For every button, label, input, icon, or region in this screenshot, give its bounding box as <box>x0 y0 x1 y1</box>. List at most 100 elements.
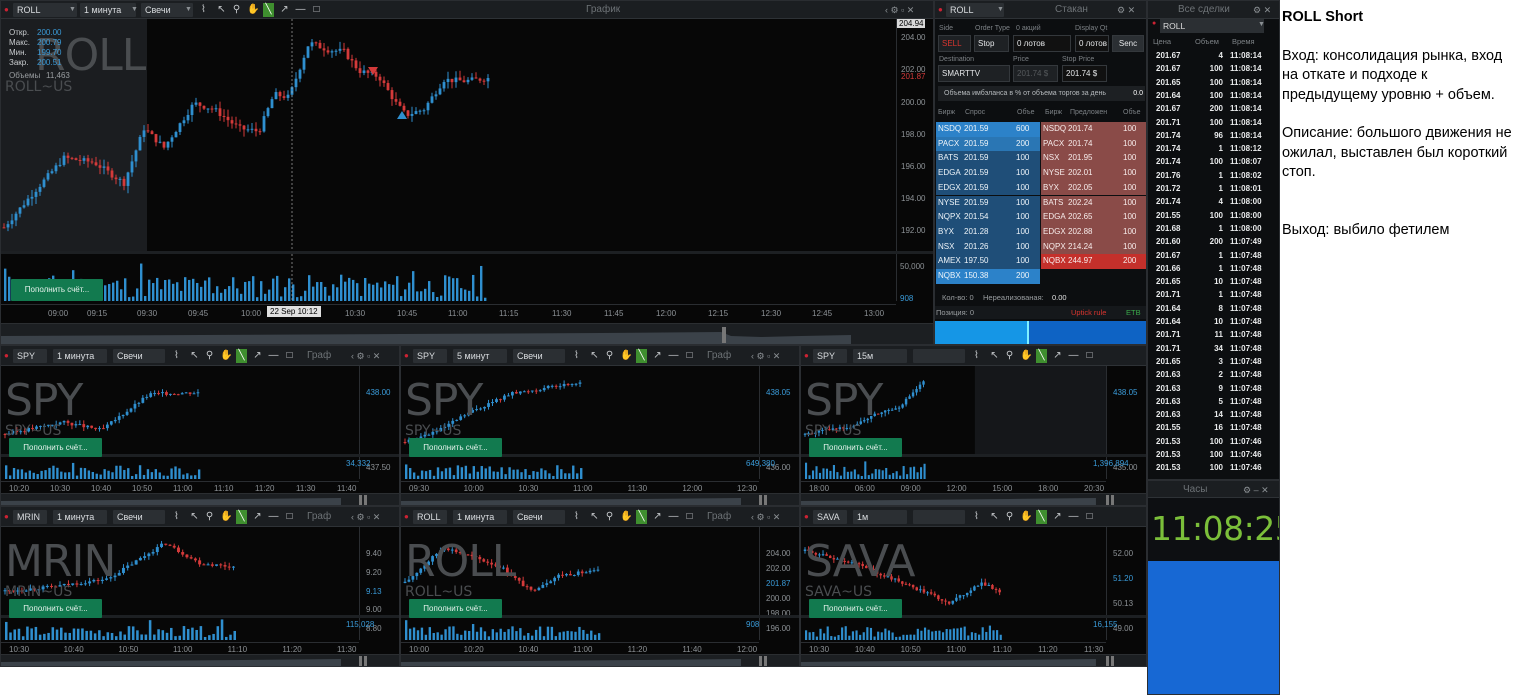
trade-row[interactable]: 201.76 1 11:08:02 <box>1148 169 1279 182</box>
arrow-icon[interactable]: ↗ <box>652 507 663 525</box>
symbol-select[interactable]: SAVA <box>813 510 847 524</box>
interval-select[interactable]: 1 минута <box>53 349 107 363</box>
ask-row[interactable]: NSDQ 201.74 100 <box>1041 122 1146 137</box>
trade-row[interactable]: 201.67 4 11:08:14 <box>1148 49 1279 62</box>
deposit-button[interactable]: Пополнить счёт... <box>409 438 502 457</box>
ts-symbol-select[interactable]: ROLL <box>1160 19 1264 33</box>
interval-select[interactable]: 1 минута <box>453 510 507 524</box>
order-symbol-select[interactable]: ROLL <box>946 3 1004 17</box>
destination-select[interactable]: SMARTTV <box>938 65 1010 82</box>
rectangle-icon[interactable]: □ <box>311 1 322 19</box>
chart-type-select[interactable]: Свечи <box>113 510 165 524</box>
navigator-scrollbar[interactable] <box>1 493 399 505</box>
chart-type-select[interactable] <box>913 349 965 363</box>
rectangle-icon[interactable]: □ <box>284 507 295 525</box>
cursor-icon[interactable]: ↖ <box>989 507 1000 525</box>
trendline-icon[interactable]: ╲ <box>636 349 647 363</box>
price-plot[interactable]: ROLL ROLL~US Откр. 200.00 Макс. 200.79 Мин… <box>1 19 896 251</box>
hline-icon[interactable]: — <box>268 507 279 525</box>
hline-icon[interactable]: — <box>668 507 679 525</box>
zoom-icon[interactable]: ⚲ <box>231 1 242 19</box>
hline-icon[interactable]: — <box>268 346 279 364</box>
rectangle-icon[interactable]: □ <box>1084 507 1095 525</box>
ask-row[interactable]: NYSE 202.01 100 <box>1041 166 1146 181</box>
navigator-scrollbar[interactable] <box>801 493 1146 505</box>
trade-row[interactable]: 201.74 1 11:08:12 <box>1148 142 1279 155</box>
deposit-button[interactable]: Пополнить счёт... <box>809 599 902 618</box>
symbol-select[interactable]: SPY <box>813 349 847 363</box>
trendline-icon[interactable]: ╲ <box>1036 510 1047 524</box>
trade-row[interactable]: 201.65 100 11:08:14 <box>1148 76 1279 89</box>
trendline-icon[interactable]: ╲ <box>1036 349 1047 363</box>
trade-row[interactable]: 201.53 100 11:07:46 <box>1148 461 1279 474</box>
zoom-icon[interactable]: ⚲ <box>1004 346 1015 364</box>
deposit-button[interactable]: Пополнить счёт... <box>9 438 102 457</box>
zoom-icon[interactable]: ⚲ <box>604 507 615 525</box>
bid-row[interactable]: EDGA 201.59 100 <box>936 166 1040 181</box>
rectangle-icon[interactable]: □ <box>284 346 295 364</box>
trade-row[interactable]: 201.63 5 11:07:48 <box>1148 395 1279 408</box>
ask-row[interactable]: BYX 202.05 100 <box>1041 180 1146 196</box>
arrow-icon[interactable]: ↗ <box>1052 507 1063 525</box>
interval-select[interactable]: 5 минут <box>453 349 507 363</box>
rectangle-icon[interactable]: □ <box>684 346 695 364</box>
window-controls[interactable]: ‹ ⚙ ▫ ✕ <box>751 507 780 525</box>
chart-type-select[interactable]: Свечи <box>513 510 565 524</box>
bid-row[interactable]: NSX 201.26 100 <box>936 239 1040 255</box>
indicator-icon[interactable]: ⌇ <box>971 507 982 525</box>
ask-row[interactable]: EDGA 202.65 100 <box>1041 210 1146 225</box>
bid-row[interactable]: NSDQ 201.59 600 <box>936 122 1040 137</box>
interval-select[interactable]: 1 минута <box>80 3 136 17</box>
bid-row[interactable]: AMEX 197.50 100 <box>936 254 1040 269</box>
symbol-select[interactable]: MRIN <box>13 510 47 524</box>
deposit-button[interactable]: Пополнить счёт... <box>9 599 102 618</box>
indicator-icon[interactable]: ⌇ <box>171 346 182 364</box>
trade-row[interactable]: 201.66 1 11:07:48 <box>1148 262 1279 275</box>
ask-row[interactable]: BATS 202.24 100 <box>1041 195 1146 211</box>
cursor-icon[interactable]: ↖ <box>589 346 600 364</box>
trade-row[interactable]: 201.65 3 11:07:48 <box>1148 355 1279 368</box>
navigator-scrollbar[interactable] <box>401 654 799 666</box>
indicator-icon[interactable]: ⌇ <box>198 1 209 19</box>
chart-type-select[interactable]: Свечи <box>113 349 165 363</box>
hand-icon[interactable]: ✋ <box>620 507 632 525</box>
trade-row[interactable]: 201.63 9 11:07:48 <box>1148 382 1279 395</box>
trade-row[interactable]: 201.72 1 11:08:01 <box>1148 182 1279 195</box>
price-field[interactable]: 201.74 $ <box>1013 65 1058 82</box>
interval-select[interactable]: 1 минута <box>53 510 107 524</box>
rectangle-icon[interactable]: □ <box>684 507 695 525</box>
hline-icon[interactable]: — <box>1068 346 1079 364</box>
indicator-icon[interactable]: ⌇ <box>571 346 582 364</box>
trade-row[interactable]: 201.71 100 11:08:14 <box>1148 116 1279 129</box>
bid-row[interactable]: NQPX 201.54 100 <box>936 210 1040 225</box>
deposit-button[interactable]: Пополнить счёт... <box>809 438 902 457</box>
cursor-icon[interactable]: ↖ <box>189 507 200 525</box>
arrow-icon[interactable]: ↗ <box>252 346 263 364</box>
trade-row[interactable]: 201.63 2 11:07:48 <box>1148 368 1279 381</box>
window-controls[interactable]: ⚙ ✕ <box>1117 1 1135 19</box>
navigator-scrollbar[interactable] <box>1 654 399 666</box>
indicator-icon[interactable]: ⌇ <box>171 507 182 525</box>
arrow-icon[interactable]: ↗ <box>652 346 663 364</box>
trade-row[interactable]: 201.65 10 11:07:48 <box>1148 275 1279 288</box>
trade-row[interactable]: 201.74 4 11:08:00 <box>1148 195 1279 208</box>
ask-row[interactable]: NQBX 244.97 200 <box>1041 254 1146 269</box>
side-select[interactable]: SELL <box>938 35 971 52</box>
symbol-select[interactable]: SPY <box>13 349 47 363</box>
zoom-icon[interactable]: ⚲ <box>604 346 615 364</box>
trade-row[interactable]: 201.71 11 11:07:48 <box>1148 328 1279 341</box>
chart-type-select[interactable] <box>913 510 965 524</box>
ask-row[interactable]: PACX 201.74 100 <box>1041 136 1146 152</box>
window-controls[interactable]: ‹ ⚙ ▫ ✕ <box>751 346 780 364</box>
hline-icon[interactable]: — <box>668 346 679 364</box>
trendline-icon[interactable]: ╲ <box>263 3 274 17</box>
bid-row[interactable]: EDGX 201.59 100 <box>936 180 1040 196</box>
indicator-icon[interactable]: ⌇ <box>971 346 982 364</box>
trade-row[interactable]: 201.53 100 11:07:46 <box>1148 435 1279 448</box>
window-controls[interactable]: ‹ ⚙ ▫ ✕ <box>351 346 380 364</box>
chart-type-select[interactable]: Свечи <box>513 349 565 363</box>
trade-row[interactable]: 201.74 100 11:08:07 <box>1148 155 1279 168</box>
trade-row[interactable]: 201.55 100 11:08:00 <box>1148 209 1279 222</box>
trade-row[interactable]: 201.53 100 11:07:46 <box>1148 448 1279 461</box>
ask-ladder[interactable]: NSDQ 201.74 100 PACX 201.74 100 NSX 201.95 100 NY… <box>1041 122 1146 287</box>
